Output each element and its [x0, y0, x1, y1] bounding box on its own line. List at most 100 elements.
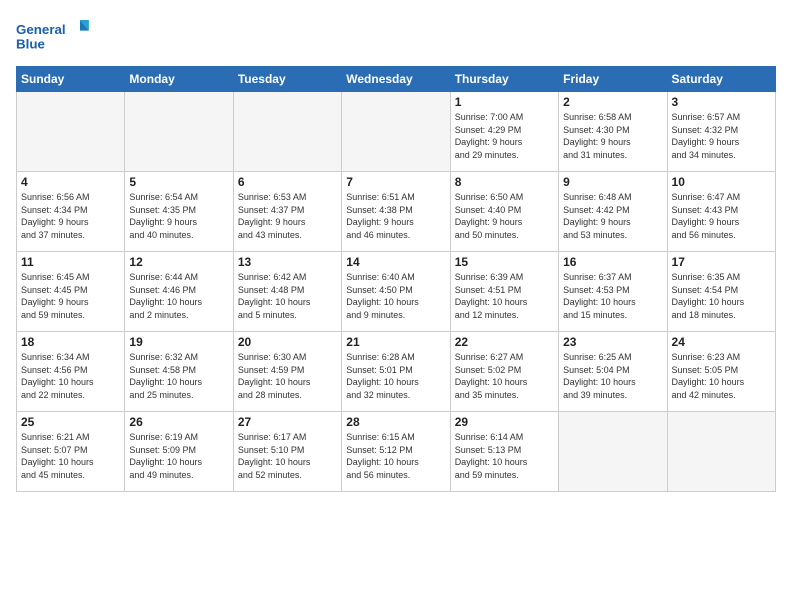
day-number: 28	[346, 415, 445, 429]
day-info: Sunrise: 6:21 AM Sunset: 5:07 PM Dayligh…	[21, 431, 120, 481]
day-cell-9: 9 Sunrise: 6:48 AM Sunset: 4:42 PM Daylig…	[559, 172, 667, 252]
day-number: 2	[563, 95, 662, 109]
day-number: 13	[238, 255, 337, 269]
day-cell-5: 5 Sunrise: 6:54 AM Sunset: 4:35 PM Daylig…	[125, 172, 233, 252]
day-cell-12: 12 Sunrise: 6:44 AM Sunset: 4:46 PM Dayli…	[125, 252, 233, 332]
day-info: Sunrise: 6:28 AM Sunset: 5:01 PM Dayligh…	[346, 351, 445, 401]
week-row-3: 11 Sunrise: 6:45 AM Sunset: 4:45 PM Dayli…	[17, 252, 776, 332]
empty-cell	[17, 92, 125, 172]
day-info: Sunrise: 6:15 AM Sunset: 5:12 PM Dayligh…	[346, 431, 445, 481]
day-info: Sunrise: 6:53 AM Sunset: 4:37 PM Dayligh…	[238, 191, 337, 241]
day-cell-1: 1 Sunrise: 7:00 AM Sunset: 4:29 PM Daylig…	[450, 92, 558, 172]
day-number: 22	[455, 335, 554, 349]
weekday-header-saturday: Saturday	[667, 67, 775, 92]
day-number: 8	[455, 175, 554, 189]
day-info: Sunrise: 6:48 AM Sunset: 4:42 PM Dayligh…	[563, 191, 662, 241]
logo-icon: General Blue	[16, 16, 96, 56]
weekday-header-sunday: Sunday	[17, 67, 125, 92]
day-cell-4: 4 Sunrise: 6:56 AM Sunset: 4:34 PM Daylig…	[17, 172, 125, 252]
day-number: 17	[672, 255, 771, 269]
day-number: 9	[563, 175, 662, 189]
day-info: Sunrise: 6:17 AM Sunset: 5:10 PM Dayligh…	[238, 431, 337, 481]
weekday-header-wednesday: Wednesday	[342, 67, 450, 92]
day-cell-14: 14 Sunrise: 6:40 AM Sunset: 4:50 PM Dayli…	[342, 252, 450, 332]
day-number: 15	[455, 255, 554, 269]
day-cell-3: 3Sunrise: 6:57 AM Sunset: 4:32 PM Daylig…	[667, 92, 775, 172]
week-row-5: 25 Sunrise: 6:21 AM Sunset: 5:07 PM Dayli…	[17, 412, 776, 492]
day-number: 4	[21, 175, 120, 189]
empty-cell	[342, 92, 450, 172]
empty-cell	[667, 412, 775, 492]
day-number: 27	[238, 415, 337, 429]
day-cell-20: 20Sunrise: 6:30 AM Sunset: 4:59 PM Dayli…	[233, 332, 341, 412]
day-number: 12	[129, 255, 228, 269]
day-cell-10: 10Sunrise: 6:47 AM Sunset: 4:43 PM Dayli…	[667, 172, 775, 252]
day-info: Sunrise: 6:44 AM Sunset: 4:46 PM Dayligh…	[129, 271, 228, 321]
day-cell-16: 16 Sunrise: 6:37 AM Sunset: 4:53 PM Dayli…	[559, 252, 667, 332]
day-number: 23	[563, 335, 662, 349]
day-number: 21	[346, 335, 445, 349]
day-info: Sunrise: 6:40 AM Sunset: 4:50 PM Dayligh…	[346, 271, 445, 321]
day-info: Sunrise: 6:14 AM Sunset: 5:13 PM Dayligh…	[455, 431, 554, 481]
day-number: 18	[21, 335, 120, 349]
day-number: 1	[455, 95, 554, 109]
empty-cell	[233, 92, 341, 172]
page-header: General Blue	[16, 16, 776, 56]
day-cell-24: 24Sunrise: 6:23 AM Sunset: 5:05 PM Dayli…	[667, 332, 775, 412]
week-row-1: 1 Sunrise: 7:00 AM Sunset: 4:29 PM Daylig…	[17, 92, 776, 172]
svg-text:General: General	[16, 22, 66, 37]
day-info: Sunrise: 6:51 AM Sunset: 4:38 PM Dayligh…	[346, 191, 445, 241]
week-row-2: 4 Sunrise: 6:56 AM Sunset: 4:34 PM Daylig…	[17, 172, 776, 252]
day-cell-21: 21 Sunrise: 6:28 AM Sunset: 5:01 PM Dayli…	[342, 332, 450, 412]
logo: General Blue	[16, 16, 96, 56]
day-info: Sunrise: 6:45 AM Sunset: 4:45 PM Dayligh…	[21, 271, 120, 321]
day-info: Sunrise: 6:54 AM Sunset: 4:35 PM Dayligh…	[129, 191, 228, 241]
day-number: 24	[672, 335, 771, 349]
empty-cell	[125, 92, 233, 172]
day-cell-19: 19 Sunrise: 6:32 AM Sunset: 4:58 PM Dayli…	[125, 332, 233, 412]
day-number: 7	[346, 175, 445, 189]
day-cell-27: 27 Sunrise: 6:17 AM Sunset: 5:10 PM Dayli…	[233, 412, 341, 492]
day-cell-17: 17 Sunrise: 6:35 AM Sunset: 4:54 PM Dayli…	[667, 252, 775, 332]
day-info: Sunrise: 6:47 AM Sunset: 4:43 PM Dayligh…	[672, 191, 771, 241]
day-number: 11	[21, 255, 120, 269]
day-cell-7: 7 Sunrise: 6:51 AM Sunset: 4:38 PM Daylig…	[342, 172, 450, 252]
day-number: 16	[563, 255, 662, 269]
day-info: Sunrise: 6:58 AM Sunset: 4:30 PM Dayligh…	[563, 111, 662, 161]
day-info: Sunrise: 6:57 AM Sunset: 4:32 PM Dayligh…	[672, 111, 771, 161]
day-cell-25: 25 Sunrise: 6:21 AM Sunset: 5:07 PM Dayli…	[17, 412, 125, 492]
week-row-4: 18 Sunrise: 6:34 AM Sunset: 4:56 PM Dayli…	[17, 332, 776, 412]
day-info: Sunrise: 6:32 AM Sunset: 4:58 PM Dayligh…	[129, 351, 228, 401]
weekday-header-row: SundayMondayTuesdayWednesdayThursdayFrid…	[17, 67, 776, 92]
day-info: Sunrise: 6:39 AM Sunset: 4:51 PM Dayligh…	[455, 271, 554, 321]
weekday-header-monday: Monday	[125, 67, 233, 92]
svg-text:Blue: Blue	[16, 36, 45, 51]
day-cell-18: 18 Sunrise: 6:34 AM Sunset: 4:56 PM Dayli…	[17, 332, 125, 412]
day-number: 5	[129, 175, 228, 189]
day-info: Sunrise: 6:56 AM Sunset: 4:34 PM Dayligh…	[21, 191, 120, 241]
day-cell-28: 28 Sunrise: 6:15 AM Sunset: 5:12 PM Dayli…	[342, 412, 450, 492]
day-info: Sunrise: 7:00 AM Sunset: 4:29 PM Dayligh…	[455, 111, 554, 161]
day-info: Sunrise: 6:34 AM Sunset: 4:56 PM Dayligh…	[21, 351, 120, 401]
day-number: 19	[129, 335, 228, 349]
day-cell-2: 2 Sunrise: 6:58 AM Sunset: 4:30 PM Daylig…	[559, 92, 667, 172]
day-number: 25	[21, 415, 120, 429]
calendar-table: SundayMondayTuesdayWednesdayThursdayFrid…	[16, 66, 776, 492]
day-cell-13: 13Sunrise: 6:42 AM Sunset: 4:48 PM Dayli…	[233, 252, 341, 332]
day-info: Sunrise: 6:25 AM Sunset: 5:04 PM Dayligh…	[563, 351, 662, 401]
weekday-header-thursday: Thursday	[450, 67, 558, 92]
day-cell-6: 6Sunrise: 6:53 AM Sunset: 4:37 PM Daylig…	[233, 172, 341, 252]
day-info: Sunrise: 6:30 AM Sunset: 4:59 PM Dayligh…	[238, 351, 337, 401]
day-info: Sunrise: 6:37 AM Sunset: 4:53 PM Dayligh…	[563, 271, 662, 321]
day-cell-29: 29Sunrise: 6:14 AM Sunset: 5:13 PM Dayli…	[450, 412, 558, 492]
day-cell-11: 11 Sunrise: 6:45 AM Sunset: 4:45 PM Dayli…	[17, 252, 125, 332]
weekday-header-friday: Friday	[559, 67, 667, 92]
day-cell-23: 23 Sunrise: 6:25 AM Sunset: 5:04 PM Dayli…	[559, 332, 667, 412]
weekday-header-tuesday: Tuesday	[233, 67, 341, 92]
day-info: Sunrise: 6:19 AM Sunset: 5:09 PM Dayligh…	[129, 431, 228, 481]
day-number: 14	[346, 255, 445, 269]
day-info: Sunrise: 6:35 AM Sunset: 4:54 PM Dayligh…	[672, 271, 771, 321]
day-info: Sunrise: 6:27 AM Sunset: 5:02 PM Dayligh…	[455, 351, 554, 401]
day-cell-22: 22 Sunrise: 6:27 AM Sunset: 5:02 PM Dayli…	[450, 332, 558, 412]
day-info: Sunrise: 6:50 AM Sunset: 4:40 PM Dayligh…	[455, 191, 554, 241]
